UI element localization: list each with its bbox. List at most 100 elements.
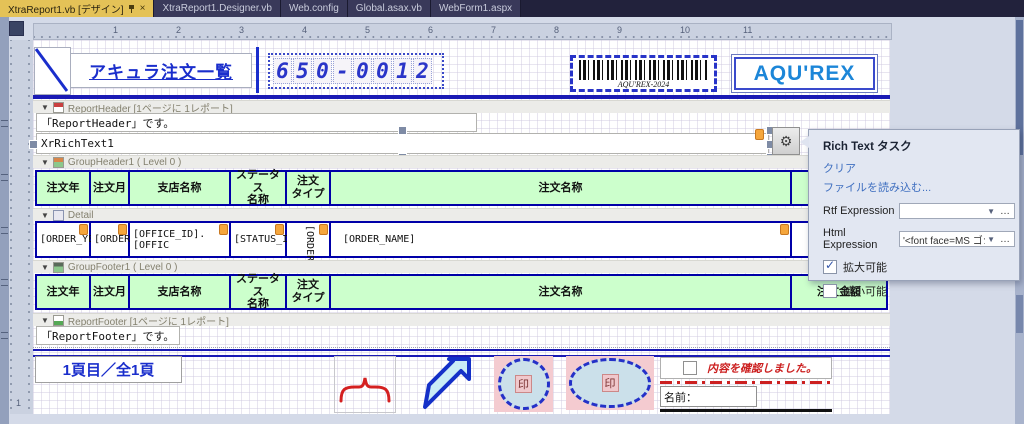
band-detail[interactable]: ▼ Detail	[33, 208, 890, 221]
band-grip[interactable]	[1, 174, 8, 181]
column-footer-cell[interactable]: ステータス 名称	[231, 276, 287, 308]
selection-handle[interactable]	[29, 140, 38, 149]
stamp-shape-octagon[interactable]: 印	[494, 356, 553, 412]
zipcode-digit: 0	[313, 58, 332, 84]
column-footer-cell[interactable]: 支店名称	[130, 276, 231, 308]
name-field[interactable]: 名前：	[660, 386, 757, 407]
zipcode-digit: 0	[353, 58, 372, 84]
column-footer-cell[interactable]: 注文名称	[331, 276, 792, 308]
detail-cell[interactable]: [ORDER_NAME]	[331, 223, 792, 256]
band-label: GroupHeader1 ( Level 0 )	[68, 157, 181, 168]
band-report-footer[interactable]: ▼ ReportFooter [1ページに 1レポート]	[33, 313, 890, 326]
detail-cell[interactable]: [OFFICE_ID].[OFFIC	[130, 223, 231, 256]
smart-tag-gear-button[interactable]: ⚙	[772, 127, 800, 155]
smart-tag-icon[interactable]	[79, 224, 88, 235]
confirm-checkbox[interactable]	[683, 361, 697, 375]
column-footer-cell[interactable]: 注文年	[37, 276, 91, 308]
group-footer-band-icon	[53, 262, 64, 273]
column-footer-cell[interactable]: 注文月	[91, 276, 130, 308]
close-icon[interactable]: ×	[140, 4, 146, 14]
can-grow-checkbox[interactable]	[823, 260, 837, 274]
dropdown-arrow-icon[interactable]: ▼	[985, 207, 997, 216]
tab-web-config[interactable]: Web.config	[281, 0, 348, 17]
ruler-corner-box[interactable]	[9, 21, 24, 36]
clear-link[interactable]: クリア	[823, 160, 1019, 176]
zipcode-digit: 2	[413, 58, 432, 84]
can-grow-label: 拡大可能	[843, 259, 887, 275]
band-group-header[interactable]: ▼ GroupHeader1 ( Level 0 )	[33, 155, 890, 168]
pin-icon[interactable]	[128, 4, 136, 14]
band-group-footer[interactable]: ▼ GroupFooter1 ( Level 0 )	[33, 260, 890, 273]
barcode-caption: AQU'REX-2024	[573, 80, 714, 89]
ruler-number: 9	[617, 25, 622, 35]
detail-cell[interactable]: [ORDER_	[91, 223, 130, 256]
group-header-row: 注文年 注文月 支店名称 ステータス 名称 注文 タイプ 注文名称 注文金額	[35, 170, 888, 206]
selection-handle[interactable]	[398, 126, 407, 135]
band-grip[interactable]	[1, 279, 8, 286]
richtext-control[interactable]: XrRichText1	[36, 133, 769, 154]
ellipsis-button[interactable]: …	[997, 234, 1014, 245]
rtf-expression-input[interactable]: ▼ …	[899, 203, 1015, 219]
column-header-cell[interactable]: 注文 タイプ	[287, 172, 331, 204]
zipcode-digit: -	[333, 58, 352, 84]
tab-xtrareport1-designer[interactable]: XtraReport1.Designer.vb	[154, 0, 281, 17]
page-number-label[interactable]: 1頁目／全1頁	[35, 356, 182, 383]
horizontal-ruler: 1234567891011	[33, 23, 892, 40]
column-header-cell[interactable]: 注文年	[37, 172, 91, 204]
scrollbar-thumb[interactable]	[1016, 295, 1023, 333]
column-header-cell[interactable]: 支店名称	[130, 172, 231, 204]
column-header-cell[interactable]: ステータス 名称	[231, 172, 287, 204]
html-expression-input[interactable]: '<font face=MS ゴシック ▼ …	[899, 231, 1015, 247]
tab-global-asax[interactable]: Global.asax.vb	[348, 0, 431, 17]
column-header-cell[interactable]: 注文月	[91, 172, 130, 204]
band-grip[interactable]	[1, 227, 8, 234]
tab-webform1[interactable]: WebForm1.aspx	[431, 0, 521, 17]
confirm-box[interactable]: 内容を確認しました。	[660, 357, 832, 379]
logo-box[interactable]: AQU'REX	[731, 54, 878, 93]
detail-cell[interactable]: [ORDER	[287, 223, 331, 256]
report-footer-label[interactable]: 「ReportFooter」です。	[36, 326, 180, 345]
red-dashdot-line	[660, 381, 832, 384]
smart-tag-icon[interactable]	[755, 129, 764, 140]
collapse-triangle-icon[interactable]: ▼	[41, 316, 49, 325]
field-text: [ORDER	[304, 225, 315, 261]
smart-tag-icon[interactable]	[118, 224, 127, 235]
band-grip[interactable]	[1, 120, 8, 127]
smart-tag-icon[interactable]	[219, 224, 228, 235]
column-header-cell[interactable]: 注文名称	[331, 172, 792, 204]
logo-text: AQU'REX	[734, 57, 875, 90]
smart-tag-icon[interactable]	[319, 224, 328, 235]
can-shrink-checkbox[interactable]	[823, 284, 837, 298]
ruler-number: 1	[113, 25, 118, 35]
tab-label: Global.asax.vb	[356, 3, 422, 14]
dropdown-arrow-icon[interactable]: ▼	[985, 235, 997, 244]
collapse-triangle-icon[interactable]: ▼	[41, 103, 49, 112]
html-expression-label: Html Expression	[813, 227, 899, 251]
band-grip[interactable]	[1, 332, 8, 339]
brace-shape[interactable]	[334, 356, 396, 413]
barcode-control[interactable]: AQU'REX-2024	[570, 55, 717, 92]
detail-cell[interactable]: [ORDER_YEA	[37, 223, 91, 256]
signature-line	[660, 409, 832, 412]
vertical-line-shape[interactable]	[256, 47, 259, 93]
tab-xtrareport1-design[interactable]: XtraReport1.vb [デザイン] ×	[0, 0, 154, 17]
collapse-triangle-icon[interactable]: ▼	[41, 158, 49, 167]
band-report-header[interactable]: ▼ ReportHeader [1ページに 1レポート]	[33, 100, 890, 113]
diagonal-line-shape[interactable]	[34, 47, 71, 95]
arrow-shape[interactable]	[417, 355, 473, 411]
column-footer-cell[interactable]: 注文 タイプ	[287, 276, 331, 308]
ruler-number: 8	[554, 25, 559, 35]
collapse-triangle-icon[interactable]: ▼	[41, 263, 49, 272]
smart-tag-icon[interactable]	[275, 224, 284, 235]
zipcode-comb-field[interactable]: 650-0012	[268, 53, 444, 89]
report-title-label[interactable]: アキュラ注文一覧	[70, 53, 252, 88]
report-header-label[interactable]: 「ReportHeader」です。	[36, 113, 477, 132]
collapse-triangle-icon[interactable]: ▼	[41, 211, 49, 220]
stamp-shape-ellipse[interactable]: 印	[566, 356, 654, 410]
document-tab-bar: XtraReport1.vb [デザイン] × XtraReport1.Desi…	[0, 0, 1024, 17]
zipcode-digit: 0	[373, 58, 392, 84]
load-file-link[interactable]: ファイルを読み込む...	[823, 179, 1019, 195]
ellipsis-button[interactable]: …	[997, 206, 1014, 217]
smart-tag-icon[interactable]	[780, 224, 789, 235]
detail-cell[interactable]: [STATUS_ID	[231, 223, 287, 256]
